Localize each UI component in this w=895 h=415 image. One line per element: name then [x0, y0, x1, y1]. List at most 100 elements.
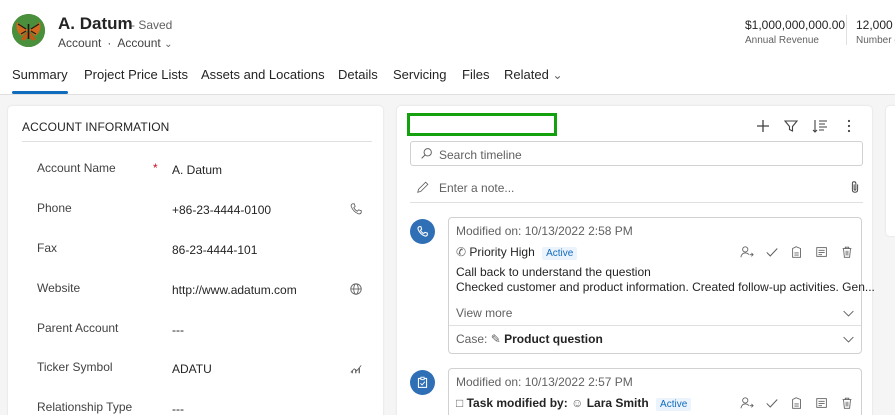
status-badge: Active — [656, 398, 692, 411]
entity-name: Account — [58, 36, 102, 50]
timeline-section: Search timeline Enter a note... Modified… — [397, 106, 875, 415]
globe-icon[interactable] — [349, 282, 363, 296]
phone-icon[interactable] — [349, 202, 363, 216]
person-icon: ☺ — [571, 396, 584, 410]
right-panel-edge — [886, 106, 895, 236]
tab-details[interactable]: Details — [338, 67, 378, 82]
timeline-item-task[interactable]: Modified on: 10/13/2022 2:57 PM □ Task m… — [448, 368, 862, 415]
activity-description: Checked customer and product information… — [456, 280, 875, 294]
metric-annual-revenue: $1,000,000,000.00 Annual Revenue — [745, 18, 845, 46]
tab-summary[interactable]: Summary — [12, 67, 68, 82]
fax-field[interactable]: 86-23-4444-101 — [172, 243, 257, 257]
assign-icon[interactable] — [740, 245, 754, 259]
form-selector[interactable]: Account ⌄ — [117, 36, 172, 50]
chevron-down-icon: ⌄ — [164, 39, 173, 50]
field-label-ticker-symbol: Ticker Symbol — [37, 360, 113, 374]
tab-servicing[interactable]: Servicing — [393, 67, 446, 82]
pencil-icon — [417, 181, 429, 193]
separator-dot: · — [107, 36, 112, 50]
search-placeholder: Search timeline — [439, 148, 522, 162]
activity-description-title: Call back to understand the question — [456, 265, 651, 279]
task-modified-by: □ Task modified by: ☺ Lara Smith Active — [456, 396, 692, 411]
tab-assets-and-locations[interactable]: Assets and Locations — [201, 67, 325, 82]
task-label: Task modified by: — [466, 396, 568, 410]
phone-field[interactable]: +86-23-4444-0100 — [172, 203, 271, 217]
account-information-section: ACCOUNT INFORMATION Account Name * A. Da… — [8, 106, 383, 415]
delete-icon[interactable] — [840, 396, 854, 410]
section-title: ACCOUNT INFORMATION — [22, 120, 170, 134]
add-to-queue-icon[interactable] — [790, 245, 804, 259]
wrench-icon: ✎ — [490, 332, 501, 346]
required-asterisk: * — [153, 161, 158, 175]
field-label-website: Website — [37, 281, 81, 295]
attachment-icon[interactable] — [848, 180, 862, 194]
save-status: - Saved — [131, 18, 173, 32]
stock-chart-icon[interactable] — [349, 361, 363, 375]
filter-icon[interactable] — [783, 118, 799, 134]
record-header: A. Datum - Saved Account · Account ⌄ $1,… — [0, 0, 895, 60]
task-activity-icon — [410, 370, 435, 395]
open-record-icon[interactable] — [815, 396, 829, 410]
relationship-type-field[interactable]: --- — [172, 402, 184, 415]
user-link[interactable]: Lara Smith — [587, 396, 649, 410]
ticker-symbol-field[interactable]: ADATU — [172, 362, 212, 376]
account-name-field[interactable]: A. Datum — [172, 163, 222, 177]
divider — [410, 202, 863, 203]
metric-number-of-employees: 12,000 Number o — [856, 18, 895, 46]
phone-call-activity-icon — [410, 219, 435, 244]
activity-actions — [740, 396, 854, 410]
metric-label: Annual Revenue — [745, 35, 819, 46]
add-icon[interactable] — [755, 118, 771, 134]
metric-value: $1,000,000,000.00 — [745, 18, 846, 32]
field-label-phone: Phone — [37, 201, 72, 215]
subject-text: Priority High — [469, 245, 535, 259]
chevron-down-icon: ⌄ — [552, 68, 563, 82]
case-label: Case: — [456, 332, 488, 346]
more-options-icon[interactable] — [841, 118, 857, 134]
note-placeholder: Enter a note... — [439, 181, 515, 195]
assign-icon[interactable] — [740, 396, 754, 410]
field-label-relationship-type: Relationship Type — [37, 400, 133, 414]
phone-icon: ✆ — [456, 245, 467, 259]
divider — [449, 325, 861, 326]
modified-on: Modified on: 10/13/2022 2:58 PM — [456, 224, 633, 238]
account-avatar — [12, 14, 45, 47]
record-subtitle: Account · Account ⌄ — [58, 36, 172, 50]
form-selector-label: Account — [117, 36, 161, 50]
sort-icon[interactable] — [812, 118, 828, 134]
metric-value: 12,000 — [856, 18, 893, 32]
timeline-title-highlight — [407, 113, 557, 136]
tab-related[interactable]: Related ⌄ — [504, 67, 563, 82]
tab-project-price-lists[interactable]: Project Price Lists — [84, 67, 188, 82]
divider — [22, 141, 372, 142]
case-link[interactable]: Product question — [504, 332, 603, 346]
task-icon: □ — [456, 396, 464, 410]
parent-account-field[interactable]: --- — [172, 323, 184, 337]
status-badge: Active — [542, 247, 578, 260]
checkmark-icon[interactable] — [765, 396, 779, 410]
chevron-down-icon[interactable] — [842, 307, 855, 320]
delete-icon[interactable] — [840, 245, 854, 259]
timeline-item-phone-call[interactable]: Modified on: 10/13/2022 2:58 PM ✆ Priori… — [448, 217, 875, 354]
activity-actions — [740, 245, 854, 259]
enter-note-input[interactable]: Enter a note... — [410, 176, 863, 198]
tab-bar: Summary Project Price Lists Assets and L… — [0, 60, 895, 95]
search-icon — [421, 148, 432, 159]
record-title: A. Datum — [58, 14, 133, 33]
tab-files[interactable]: Files — [462, 67, 489, 82]
field-label-parent-account: Parent Account — [37, 321, 119, 335]
view-more-link[interactable]: View more — [456, 306, 512, 320]
chevron-down-icon[interactable] — [842, 333, 855, 346]
active-tab-indicator — [12, 91, 68, 94]
search-timeline-input[interactable]: Search timeline — [410, 141, 863, 166]
modified-on: Modified on: 10/13/2022 2:57 PM — [456, 375, 633, 389]
add-to-queue-icon[interactable] — [790, 396, 804, 410]
metric-label: Number o — [856, 35, 895, 46]
field-label-fax: Fax — [37, 241, 58, 255]
activity-subject: ✆ Priority High Active — [456, 245, 578, 260]
checkmark-icon[interactable] — [765, 245, 779, 259]
tab-related-label: Related — [504, 67, 549, 82]
regarding-case: Case: ✎ Product question — [456, 332, 603, 346]
open-record-icon[interactable] — [815, 245, 829, 259]
website-field[interactable]: http://www.adatum.com — [172, 283, 297, 297]
